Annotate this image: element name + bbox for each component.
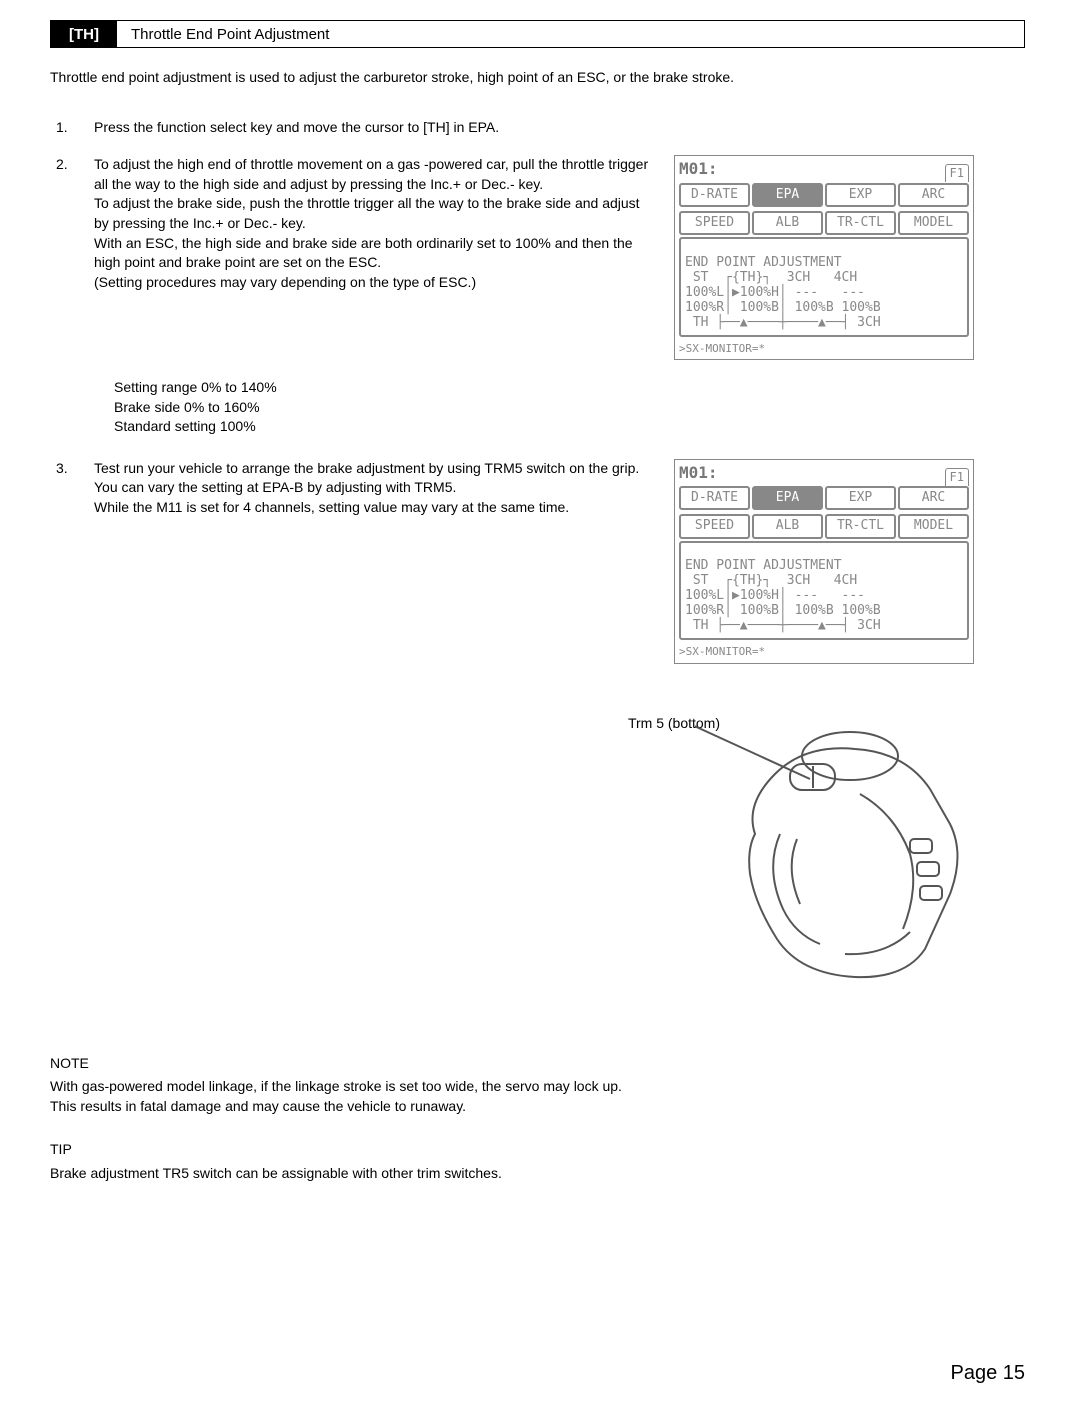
lcd2-tab-arc: ARC	[898, 486, 969, 510]
lcd2-tab-speed: SPEED	[679, 514, 750, 538]
note-body: With gas-powered model linkage, if the l…	[50, 1077, 650, 1116]
lcd2-body-l3: 100%R│ 100%B│ 100%B 100%B	[685, 603, 881, 618]
step-2-line2: To adjust the brake side, push the throt…	[94, 194, 654, 233]
lcd-model: M01:	[679, 158, 718, 180]
lcd2-tab-exp: EXP	[825, 486, 896, 510]
step-2-number: 2.	[50, 155, 74, 175]
lcd2-tab-alb: ALB	[752, 514, 823, 538]
lcd2-f1: F1	[945, 468, 969, 486]
lcd-tab-drate: D-RATE	[679, 183, 750, 207]
intro-text: Throttle end point adjustment is used to…	[50, 68, 1025, 88]
setting-brake: Brake side 0% to 160%	[114, 398, 1025, 418]
tip-body: Brake adjustment TR5 switch can be assig…	[50, 1164, 650, 1184]
lcd2-tab-trctl: TR-CTL	[825, 514, 896, 538]
lcd-f1: F1	[945, 164, 969, 182]
lcd-tab-alb: ALB	[752, 211, 823, 235]
lcd2-body-l1: ST ┌{TH}┐ 3CH 4CH	[685, 573, 857, 588]
lcd2-body-title: END POINT ADJUSTMENT	[685, 558, 842, 573]
lcd-tab-arc: ARC	[898, 183, 969, 207]
lcd2-tab-epa: EPA	[752, 486, 823, 510]
step-3-line2: While the M11 is set for 4 channels, set…	[94, 498, 654, 518]
lcd-body-title: END POINT ADJUSTMENT	[685, 255, 842, 270]
lcd-footer: >SX-MONITOR=*	[675, 341, 973, 359]
step-2-line3: With an ESC, the high side and brake sid…	[94, 234, 654, 273]
lcd-screenshot-1: M01: F1 D-RATE EPA EXP ARC SPEED ALB TR-…	[674, 155, 974, 360]
lcd-tab-speed: SPEED	[679, 211, 750, 235]
lcd2-tab-model: MODEL	[898, 514, 969, 538]
lcd-screenshot-2: M01: F1 D-RATE EPA EXP ARC SPEED ALB TR-…	[674, 459, 974, 664]
step-3-line1: Test run your vehicle to arrange the bra…	[94, 459, 654, 498]
step-1-number: 1.	[50, 118, 74, 138]
lcd2-tab-drate: D-RATE	[679, 486, 750, 510]
setting-standard: Standard setting 100%	[114, 417, 1025, 437]
lcd-body-l2: 100%L│▶100%H│ --- ---	[685, 285, 865, 300]
setting-range: Setting range 0% to 140%	[114, 378, 1025, 398]
note-heading: NOTE	[50, 1054, 650, 1074]
step-3-number: 3.	[50, 459, 74, 479]
lcd2-footer: >SX-MONITOR=*	[675, 644, 973, 662]
step-1-body: Press the function select key and move t…	[94, 118, 654, 138]
header-tag: [TH]	[51, 21, 117, 47]
lcd-tab-model: MODEL	[898, 211, 969, 235]
page-number: Page 15	[950, 1359, 1025, 1387]
lcd-body-l1: ST ┌{TH}┐ 3CH 4CH	[685, 270, 857, 285]
tip-heading: TIP	[50, 1140, 650, 1160]
lcd-body-th: TH ├──▲────┼────▲──┤ 3CH	[685, 315, 881, 330]
section-header: [TH] Throttle End Point Adjustment	[50, 20, 1025, 48]
lcd-tab-epa: EPA	[752, 183, 823, 207]
lcd-body-l3: 100%R│ 100%B│ 100%B 100%B	[685, 300, 881, 315]
lcd-tab-trctl: TR-CTL	[825, 211, 896, 235]
lcd2-model: M01:	[679, 462, 718, 484]
lcd-tab-exp: EXP	[825, 183, 896, 207]
step-2-line1: To adjust the high end of throttle movem…	[94, 155, 654, 194]
transmitter-illustration	[695, 694, 995, 994]
lcd2-body-th: TH ├──▲────┼────▲──┤ 3CH	[685, 618, 881, 633]
step-2-line4: (Setting procedures may vary depending o…	[94, 273, 654, 293]
header-title: Throttle End Point Adjustment	[117, 21, 343, 47]
lcd2-body-l2: 100%L│▶100%H│ --- ---	[685, 588, 865, 603]
